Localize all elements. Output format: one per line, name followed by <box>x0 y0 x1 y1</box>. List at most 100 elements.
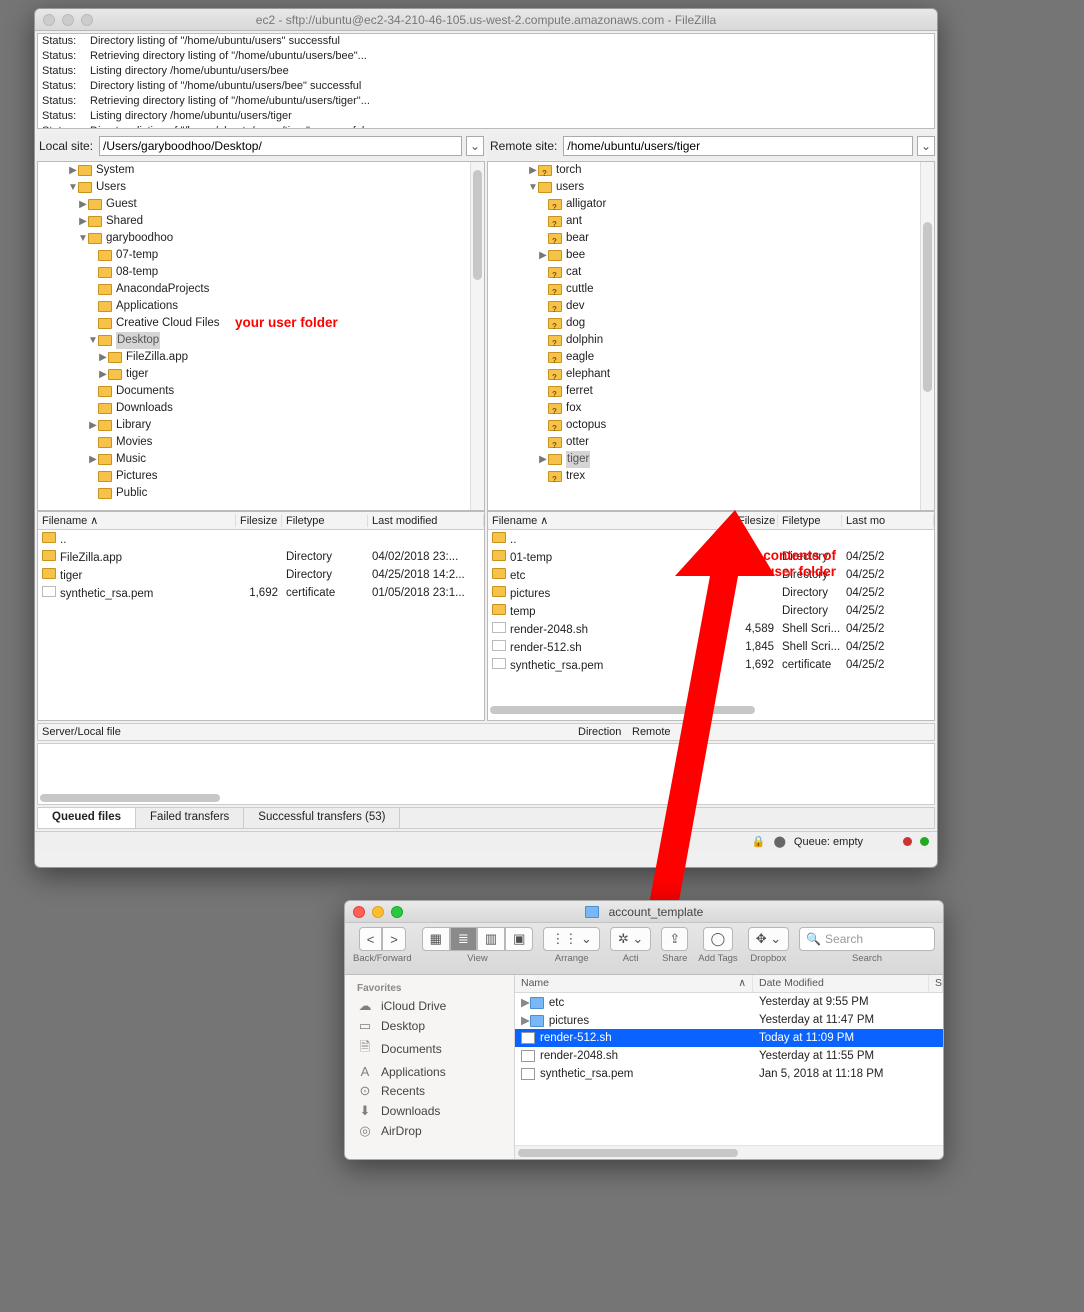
search-input[interactable]: 🔍Search <box>799 927 935 951</box>
tree-item[interactable]: ▼users <box>488 179 920 196</box>
finder-columns[interactable]: Name∧ Date Modified S <box>515 975 943 993</box>
tree-item[interactable]: ▶tiger <box>38 366 470 383</box>
tree-item[interactable]: ant <box>488 213 920 230</box>
tree-item[interactable]: cuttle <box>488 281 920 298</box>
local-tree[interactable]: ▶System▼Users▶Guest▶Shared▼garyboodhoo07… <box>37 161 485 511</box>
remote-list-hscroll[interactable] <box>490 706 932 718</box>
col-lastmod[interactable]: Last modified <box>368 515 484 527</box>
sidebar-item[interactable]: 🗎Documents <box>345 1036 514 1062</box>
remote-list-header[interactable]: Filename ∧ Filesize Filetype Last mo <box>488 512 934 530</box>
forward-button[interactable]: > <box>382 927 406 951</box>
finder-row[interactable]: ▶picturesYesterday at 11:47 PM <box>515 1011 943 1029</box>
tree-item[interactable]: 08-temp <box>38 264 470 281</box>
tree-item[interactable]: dolphin <box>488 332 920 349</box>
tree-item[interactable]: 07-temp <box>38 247 470 264</box>
tree-item[interactable]: cat <box>488 264 920 281</box>
sidebar-item[interactable]: AApplications <box>345 1062 514 1081</box>
col-lastmod[interactable]: Last mo <box>842 515 934 527</box>
view-icons-button[interactable]: ▦ <box>422 927 450 951</box>
list-row[interactable]: tigerDirectory04/25/2018 14:2... <box>38 566 484 584</box>
tags-button[interactable]: ◯ <box>703 927 734 951</box>
col-name[interactable]: Name∧ <box>515 975 753 992</box>
tree-item[interactable]: fox <box>488 400 920 417</box>
col-server-local[interactable]: Server/Local file <box>38 726 578 738</box>
tree-item[interactable]: dog <box>488 315 920 332</box>
back-button[interactable]: < <box>359 927 383 951</box>
remote-tree-scrollbar[interactable] <box>920 162 934 510</box>
tree-item[interactable]: ▼Users <box>38 179 470 196</box>
tree-item[interactable]: Pictures <box>38 468 470 485</box>
dropbox-button[interactable]: ✥ ⌄ <box>748 927 789 951</box>
local-tree-scrollbar[interactable] <box>470 162 484 510</box>
tree-item[interactable]: Public <box>38 485 470 502</box>
tree-item[interactable]: ▶Library <box>38 417 470 434</box>
local-site-dropdown[interactable]: ⌄ <box>466 136 484 156</box>
remote-site-dropdown[interactable]: ⌄ <box>917 136 935 156</box>
share-button[interactable]: ⇪ <box>661 927 688 951</box>
col-filename[interactable]: Filename ∧ <box>38 514 236 527</box>
list-row[interactable]: render-512.sh1,845Shell Scri...04/25/2 <box>488 638 934 656</box>
list-row[interactable]: picturesDirectory04/25/2 <box>488 584 934 602</box>
col-filetype[interactable]: Filetype <box>778 515 842 527</box>
tree-item[interactable]: ▶torch <box>488 162 920 179</box>
finder-row[interactable]: ▶etcYesterday at 9:55 PM <box>515 993 943 1011</box>
local-site-input[interactable] <box>99 136 462 156</box>
sidebar-item[interactable]: ◎AirDrop <box>345 1121 514 1141</box>
local-file-list[interactable]: Filename ∧ Filesize Filetype Last modifi… <box>37 511 485 721</box>
remote-site-input[interactable] <box>563 136 913 156</box>
tab-success[interactable]: Successful transfers (53) <box>244 808 400 828</box>
tree-item[interactable]: ▶System <box>38 162 470 179</box>
action-button[interactable]: ✲ ⌄ <box>610 927 651 951</box>
tree-item[interactable]: ▼garyboodhoo <box>38 230 470 247</box>
tree-item[interactable]: dev <box>488 298 920 315</box>
col-filesize[interactable]: Filesize <box>734 515 778 527</box>
tree-item[interactable]: bear <box>488 230 920 247</box>
col-filetype[interactable]: Filetype <box>282 515 368 527</box>
finder-file-list[interactable]: Name∧ Date Modified S ▶etcYesterday at 9… <box>515 975 943 1159</box>
finder-row[interactable]: render-512.shToday at 11:09 PM <box>515 1029 943 1047</box>
tab-failed[interactable]: Failed transfers <box>136 808 244 828</box>
col-size[interactable]: S <box>929 975 943 992</box>
list-row[interactable]: .. <box>488 530 934 548</box>
arrange-button[interactable]: ⋮⋮ ⌄ <box>543 927 600 951</box>
queue-hscroll[interactable] <box>40 794 220 802</box>
sidebar-item[interactable]: ▭Desktop <box>345 1016 514 1036</box>
list-row[interactable]: synthetic_rsa.pem1,692certificate01/05/2… <box>38 584 484 602</box>
view-columns-button[interactable]: ▥ <box>477 927 505 951</box>
local-list-header[interactable]: Filename ∧ Filesize Filetype Last modifi… <box>38 512 484 530</box>
tree-item[interactable]: ferret <box>488 383 920 400</box>
remote-tree[interactable]: ▶torch▼usersalligatorantbear▶beecatcuttl… <box>487 161 935 511</box>
tree-item[interactable]: eagle <box>488 349 920 366</box>
queue-header[interactable]: Server/Local file Direction Remote <box>37 723 935 741</box>
finder-sidebar[interactable]: Favorites ☁︎iCloud Drive▭Desktop🗎Documen… <box>345 975 515 1159</box>
queue-body[interactable] <box>37 743 935 805</box>
finder-row[interactable]: synthetic_rsa.pemJan 5, 2018 at 11:18 PM <box>515 1065 943 1083</box>
col-filename[interactable]: Filename ∧ <box>488 514 734 527</box>
tree-item[interactable]: ▶Shared <box>38 213 470 230</box>
tree-item[interactable]: AnacondaProjects <box>38 281 470 298</box>
view-gallery-button[interactable]: ▣ <box>505 927 533 951</box>
tree-item[interactable]: alligator <box>488 196 920 213</box>
tree-item[interactable]: trex <box>488 468 920 485</box>
list-row[interactable]: etcDirectory04/25/2 <box>488 566 934 584</box>
tree-item[interactable]: ▶Guest <box>38 196 470 213</box>
list-row[interactable]: synthetic_rsa.pem1,692certificate04/25/2 <box>488 656 934 674</box>
tree-item[interactable]: Downloads <box>38 400 470 417</box>
col-remote[interactable]: Remote <box>632 726 934 738</box>
finder-titlebar[interactable]: account_template <box>345 901 943 923</box>
list-row[interactable]: FileZilla.appDirectory04/02/2018 23:... <box>38 548 484 566</box>
sidebar-item[interactable]: ⊙Recents <box>345 1081 514 1101</box>
tree-item[interactable]: Movies <box>38 434 470 451</box>
tree-item[interactable]: Creative Cloud Files <box>38 315 470 332</box>
tree-item[interactable]: elephant <box>488 366 920 383</box>
remote-file-list[interactable]: Filename ∧ Filesize Filetype Last mo ..0… <box>487 511 935 721</box>
view-list-button[interactable]: ≣ <box>450 927 477 951</box>
tree-item[interactable]: octopus <box>488 417 920 434</box>
tree-item[interactable]: ▼Desktop <box>38 332 470 349</box>
sidebar-item[interactable]: ⬇Downloads <box>345 1101 514 1121</box>
list-row[interactable]: render-2048.sh4,589Shell Scri...04/25/2 <box>488 620 934 638</box>
list-row[interactable]: .. <box>38 530 484 548</box>
tree-item[interactable]: ▶Music <box>38 451 470 468</box>
finder-row[interactable]: render-2048.shYesterday at 11:55 PM <box>515 1047 943 1065</box>
finder-hscroll[interactable] <box>515 1145 943 1159</box>
